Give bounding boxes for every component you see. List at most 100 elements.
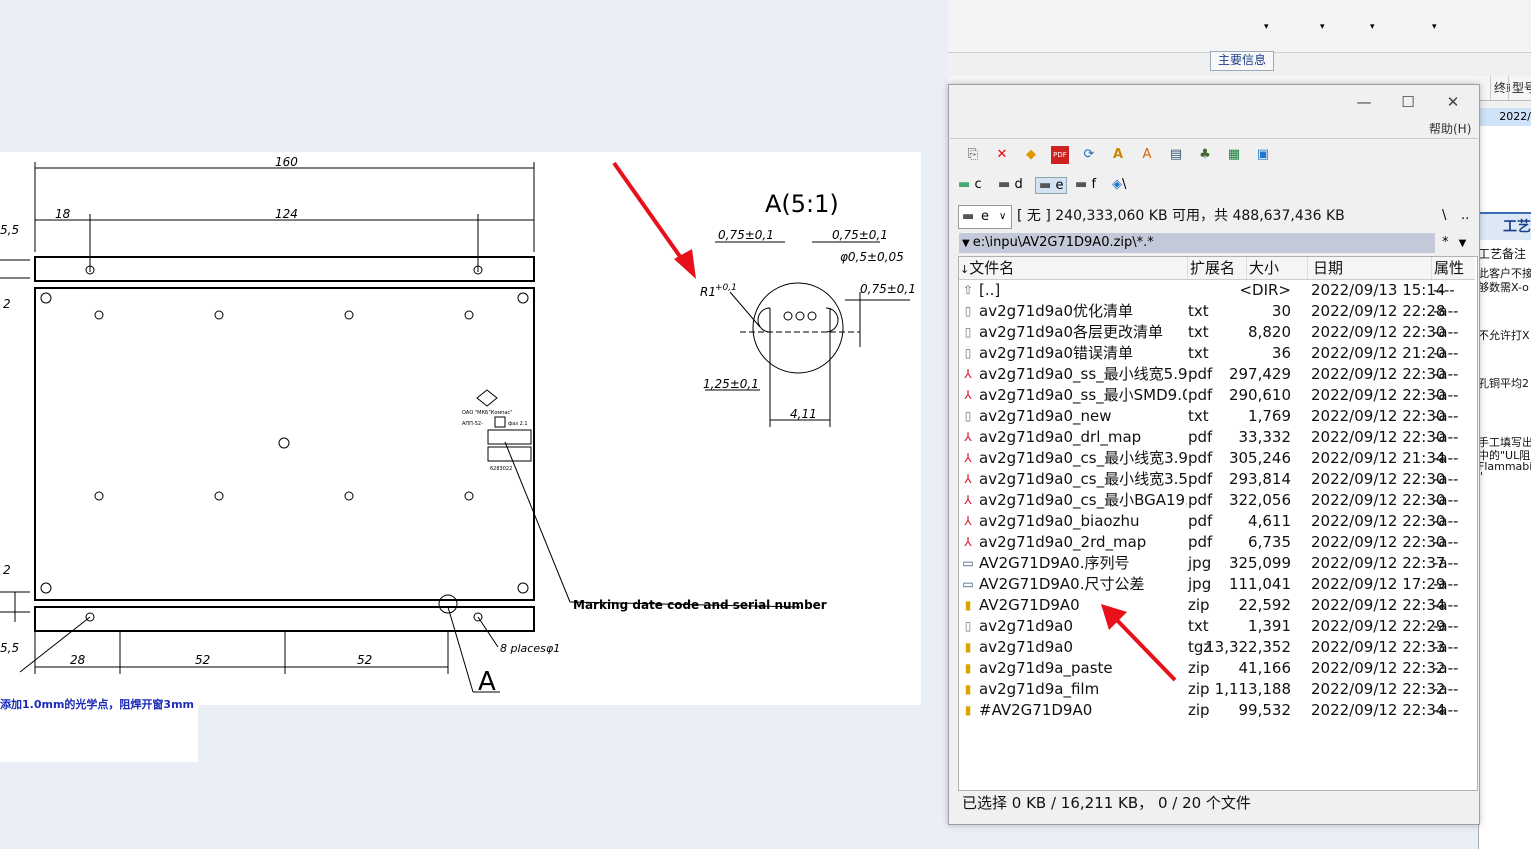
tol-left: 0,75±0,1 [718,228,774,242]
file-name: av2g71d9a0_drl_map [979,428,1142,446]
column-header-ext[interactable]: 扩展名 [1190,257,1247,279]
up-folder-icon: ⇧ [962,283,974,297]
red-arrow-list [1101,604,1177,682]
file-row[interactable]: ▯ av2g71d9a0优化清单 txt 30 2022/09/12 22:28 -a-- [959,301,1475,322]
file-date: 2022/09/12 22:34 [1311,596,1446,614]
excel-icon[interactable]: ▦ [1225,146,1243,164]
file-row[interactable]: ▭ AV2G71D9A0.序列号 jpg 325,099 2022/09/12 22:3… [959,553,1475,574]
image-icon[interactable]: ▣ [1254,146,1272,164]
history-dropdown-icon[interactable]: ▼ [959,238,973,249]
file-attr: -a-- [1433,554,1459,572]
file-attr: -a-- [1433,365,1459,383]
file-name: av2g71d9a0各层更改清单 [979,323,1164,341]
file-size: 1,769 [1248,407,1291,425]
pdf-file-icon: ⅄ [964,430,972,444]
file-attr: -a-- [1433,323,1459,341]
file-size: 1,113,188 [1214,680,1291,698]
document-icon[interactable]: ▤ [1167,146,1185,164]
dim-2-bottom: 2 [3,563,11,577]
column-header-attr[interactable]: 属性 [1434,257,1474,279]
tree-icon[interactable]: ♣ [1196,146,1214,164]
pdf-file-icon: ⅄ [964,535,972,549]
column-header-name[interactable]: ↓文件名 [960,257,1188,279]
file-name: av2g71d9a0_2rd_map [979,533,1147,551]
file-row[interactable]: ▭ AV2G71D9A0.尺寸公差 jpg 111,041 2022/09/12 17:… [959,574,1475,595]
zip-file-icon: ▮ [964,682,972,696]
file-row[interactable]: ▮ av2g71d9a_paste zip 41,166 2022/09/12 22:3… [959,658,1475,679]
close-button[interactable]: ✕ [1441,93,1465,111]
file-row[interactable]: ⅄ av2g71d9a0_cs_最小BGA19.6.. pdf 322,056 2022… [959,490,1475,511]
bg-col-model: 型号 [1508,76,1531,100]
file-row[interactable]: ▮ av2g71d9a_film zip 1,113,188 2022/09/12 22… [959,679,1475,700]
drive-c[interactable]: ▬ c [958,177,982,192]
text-a-icon[interactable]: A [1109,146,1127,164]
file-size: 111,041 [1228,575,1291,593]
cube-icon[interactable]: ◆ [1022,146,1040,164]
toolbar-divider [948,138,1478,139]
file-row[interactable]: ▯ av2g71d9a0_new txt 1,769 2022/09/12 22:30-… [959,406,1475,427]
dim-5-5-top: 5,5 [0,223,19,237]
file-row[interactable]: ▯ av2g71d9a0错误清单 txt 36 2022/09/12 21:20 -a-- [959,343,1475,364]
file-row[interactable]: ⅄ av2g71d9a0_cs_最小线宽3.937 pdf 305,246 2022/0… [959,448,1475,469]
file-attr: -a-- [1433,533,1459,551]
pdf-icon[interactable]: PDF [1051,146,1069,164]
file-name: [..] [979,281,1001,299]
maximize-button[interactable]: ☐ [1396,93,1420,111]
delete-icon[interactable]: ✕ [993,146,1011,164]
file-attr: -a-- [1433,596,1459,614]
file-row[interactable]: ⅄av2g71d9a0_ss_最小SMD9.055pdf290,6102022/… [959,385,1475,406]
file-row[interactable]: ▮ AV2G71D9A0 zip 22,592 2022/09/12 22:34 -a-- [959,595,1475,616]
drive-icon: ▬ [1039,178,1052,193]
text-file-icon: ▯ [964,304,972,318]
file-date: 2022/09/12 22:29 [1311,617,1446,635]
file-row[interactable]: ⅄ av2g71d9a0_drl_map pdf 33,332 2022/09/12 2… [959,427,1475,448]
file-attr: -a-- [1433,680,1459,698]
bg-side-tab[interactable]: 工艺 [1478,212,1531,240]
refresh-icon[interactable]: ⟳ [1080,146,1098,164]
drive-d[interactable]: ▬ d [998,177,1023,192]
file-size: 8,820 [1248,323,1291,341]
text-a2-icon[interactable]: A [1138,146,1156,164]
file-attr: -a-- [1433,470,1459,488]
path-bar[interactable]: ▼ e:\inpu\AV2G71D9A0.zip\*.* [959,233,1435,253]
file-attr: -a-- [1433,638,1459,656]
file-date: 2022/09/12 22:28 [1311,302,1446,320]
bg-side-label: 工艺备注 [1478,247,1527,261]
copy-icon[interactable]: ⎘ [964,146,982,164]
file-row[interactable]: ▮ #AV2G71D9A0 zip 99,532 2022/09/12 22:34 -a-… [959,700,1475,721]
file-date: 2022/09/12 22:34 [1311,701,1446,719]
tab-main-info[interactable]: 主要信息 [1210,51,1274,71]
filter-dropdown-icon: ▼ [1458,238,1467,249]
file-row[interactable]: ▯ av2g71d9a0各层更改清单 txt 8,820 2022/09/12 22:3… [959,322,1475,343]
file-row[interactable]: ⅄ av2g71d9a0_cs_最小线宽3.500 pdf 293,814 2022/0… [959,469,1475,490]
column-header-date[interactable]: 日期 [1313,257,1432,279]
drive-f[interactable]: ▬ f [1075,177,1096,192]
stamp-text: ОАО "МКБ"Компас" [462,410,513,416]
file-date: 2022/09/12 22:30 [1311,407,1446,425]
drive-select[interactable]: ▬ e ∨ [958,205,1012,229]
drive-network[interactable]: ◈\ [1112,177,1126,192]
text-file-icon: ▯ [964,619,972,633]
pdf-file-icon: ⅄ [964,451,972,465]
file-row[interactable]: ⅄ av2g71d9a0_ss_最小线宽5.906 pdf 297,429 2022/0… [959,364,1475,385]
file-name: av2g71d9a0_new [979,407,1112,425]
file-row[interactable]: ▮ av2g71d9a0 tgz 13,322,352 2022/09/12 22:33… [959,637,1475,658]
file-row[interactable]: ⅄ av2g71d9a0_biaozhu pdf 4,611 2022/09/12 22… [959,511,1475,532]
root-button[interactable]: \ [1442,208,1446,223]
drive-e[interactable]: ▬ e [1035,177,1068,194]
drive-label: f [1091,177,1097,192]
help-menu[interactable]: 帮助(H) [1429,120,1471,137]
parent-button[interactable]: .. [1461,208,1469,223]
bg-side-line: 孔铜平均2 [1478,377,1529,390]
file-name: AV2G71D9A0.序列号 [979,554,1130,572]
file-date: 2022/09/12 22:30 [1311,386,1446,404]
minimize-button[interactable]: — [1352,93,1376,111]
drive-label: c [974,177,982,192]
column-header-size[interactable]: 大小 [1249,257,1308,279]
file-row[interactable]: ⅄ av2g71d9a0_2rd_map pdf 6,735 2022/09/12 22… [959,532,1475,553]
file-row[interactable]: ▯ av2g71d9a0 txt 1,391 2022/09/12 22:29 -a-- [959,616,1475,637]
bg-side-line: " [1478,470,1484,483]
dim-124: 124 [275,207,298,221]
file-row[interactable]: ⇧ [..] <DIR> 2022/09/13 15:14 ---- [959,280,1475,301]
filter[interactable]: * ▼ [1442,233,1466,254]
